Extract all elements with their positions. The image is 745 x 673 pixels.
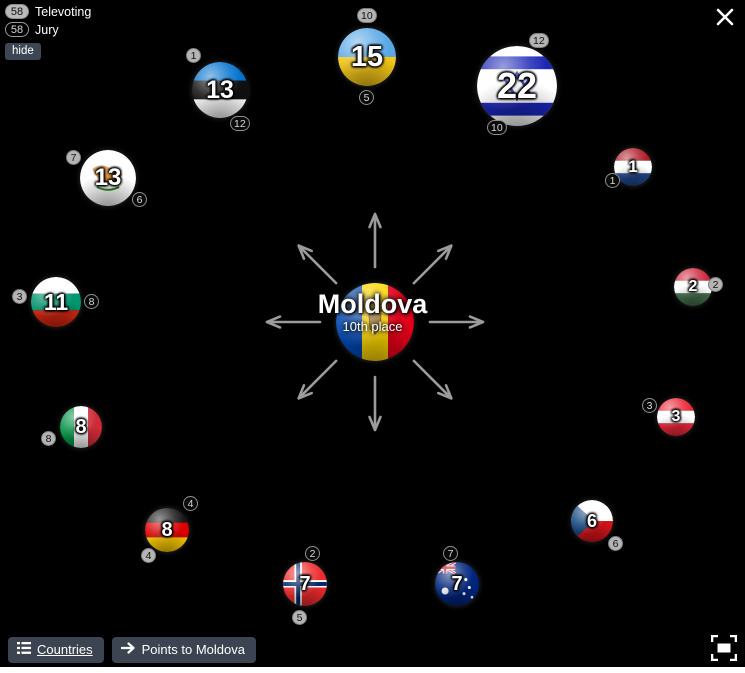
legend-row-televoting: 58 Televoting [5, 3, 91, 20]
hide-button[interactable]: hide [5, 43, 41, 60]
country-ball[interactable]: 77 [435, 546, 479, 606]
televoting-total-badge: 58 [5, 4, 29, 19]
televoting-points-badge: 7 [66, 150, 81, 165]
legend-row-jury: 58 Jury [5, 21, 91, 38]
televoting-points-badge: 4 [141, 548, 156, 563]
televoting-points-badge: 12 [529, 33, 549, 48]
list-icon [17, 642, 31, 657]
country-ball[interactable]: 66 [571, 500, 623, 551]
country-ball[interactable]: 11 [605, 148, 652, 188]
jury-points-badge: 2 [305, 546, 320, 561]
flag-ball [60, 406, 102, 448]
country-ball[interactable]: 13 1 12 [186, 48, 250, 131]
televoting-points-badge: 3 [12, 289, 27, 304]
flag-ball [657, 398, 695, 436]
televoting-points-badge: 8 [41, 431, 56, 446]
jury-points-badge: 5 [359, 90, 374, 105]
country-ball[interactable]: 13 7 6 [66, 150, 147, 207]
bottom-strip [0, 667, 745, 673]
countries-button[interactable]: Countries [8, 637, 104, 663]
country-ball[interactable]: 15 10 5 [338, 8, 396, 105]
jury-points-badge: 6 [132, 192, 147, 207]
jury-points-badge: 10 [487, 120, 507, 135]
televoting-points-badge: 2 [708, 277, 723, 292]
country-ball[interactable]: 11 3 8 [12, 277, 99, 327]
jury-points-badge: 3 [642, 398, 657, 413]
country-ball[interactable]: 752 [283, 546, 327, 625]
country-ball[interactable]: 33 [642, 398, 695, 436]
country-ball[interactable]: 88 [41, 406, 102, 448]
televoting-points-badge: 10 [357, 8, 377, 23]
flag-ball [338, 28, 396, 86]
televoting-points-badge: 6 [608, 536, 623, 551]
televoting-points-badge: 1 [186, 48, 201, 63]
country-ball[interactable]: 22 12 10 [477, 33, 557, 135]
flag-ball [192, 62, 248, 118]
jury-points-badge: 1 [605, 173, 620, 188]
jury-points-badge: 12 [230, 116, 250, 131]
center-country-ball[interactable] [336, 283, 414, 361]
bottom-toolbar: Countries Points to Moldova [8, 637, 256, 663]
jury-total-badge: 58 [5, 22, 29, 37]
legend: 58 Televoting 58 Jury hide [5, 3, 91, 60]
arrow-right-icon [119, 642, 136, 657]
countries-button-label: Countries [37, 642, 93, 657]
flag-ball [571, 500, 613, 542]
televoting-points-badge: 5 [292, 610, 307, 625]
points-map-canvas: 58 Televoting 58 Jury hide Moldova 10th … [0, 0, 745, 673]
flag-ball [145, 508, 189, 552]
points-to-country-button[interactable]: Points to Moldova [111, 637, 256, 663]
country-ball[interactable]: 22 [674, 268, 723, 306]
flag-ball [80, 150, 136, 206]
televoting-label: Televoting [35, 4, 92, 19]
points-to-country-label: Points to Moldova [141, 642, 245, 657]
jury-points-badge: 8 [84, 294, 99, 309]
flag-ball [674, 268, 712, 306]
flag-ball [477, 46, 557, 126]
moldova-flag-ball [336, 283, 414, 361]
jury-points-badge: 7 [443, 546, 458, 561]
jury-points-badge: 4 [183, 496, 198, 511]
fullscreen-icon[interactable] [710, 634, 738, 662]
country-ball[interactable]: 844 [141, 496, 198, 563]
flag-ball [283, 562, 327, 606]
flag-ball [31, 277, 81, 327]
jury-label: Jury [35, 22, 59, 37]
flag-ball [435, 562, 479, 606]
close-icon[interactable] [711, 3, 739, 31]
